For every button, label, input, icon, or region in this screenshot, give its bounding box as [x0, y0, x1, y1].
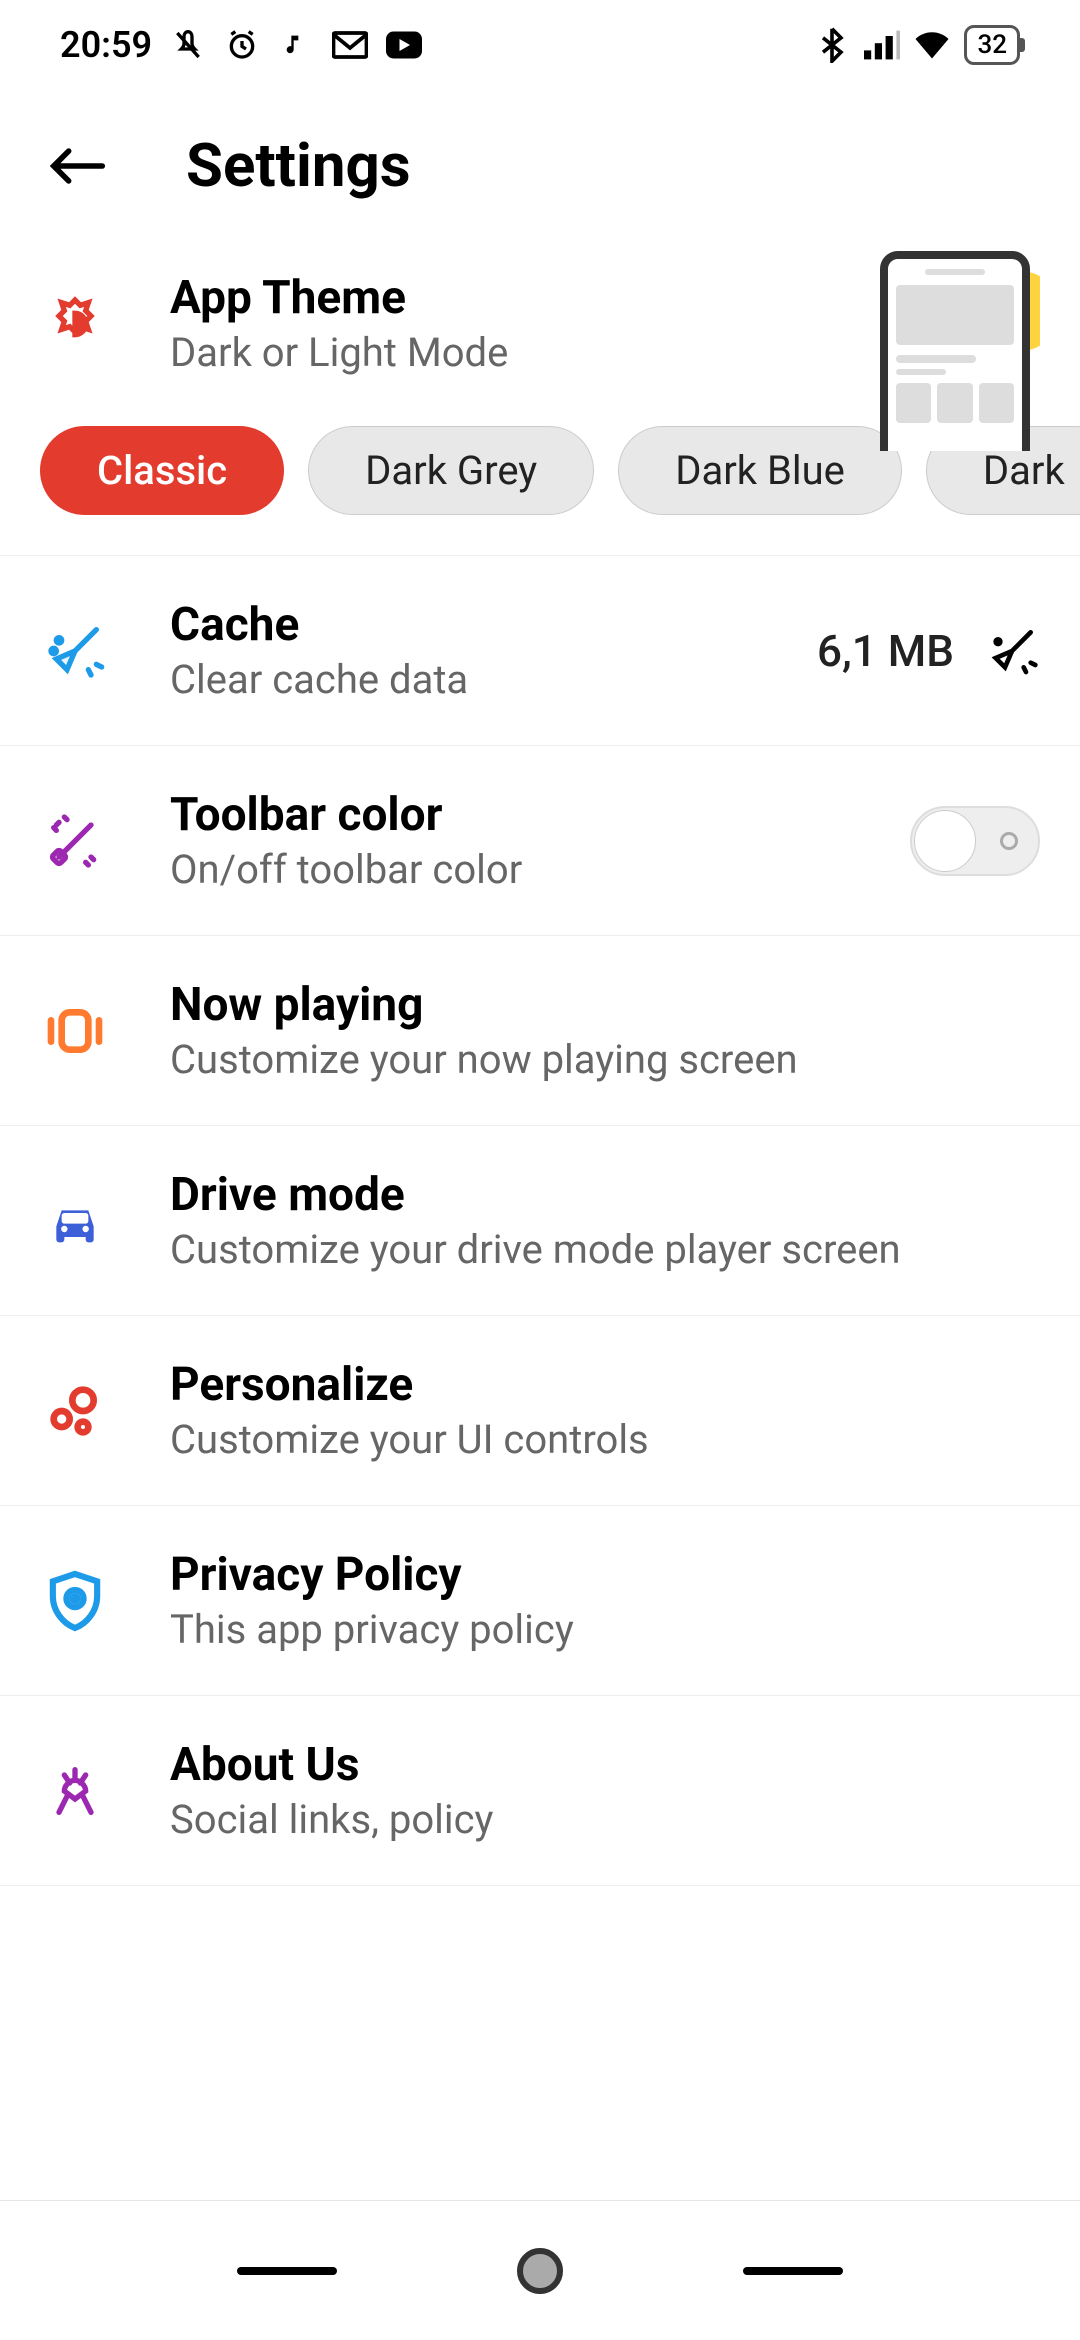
- drive-subtitle: Customize your drive mode player screen: [170, 1226, 1040, 1273]
- status-time: 20:59: [60, 24, 152, 66]
- row-drive-mode[interactable]: Drive mode Customize your drive mode pla…: [0, 1126, 1080, 1316]
- signal-icon: [864, 27, 900, 63]
- wand-icon: [40, 809, 110, 873]
- youtube-icon: [386, 27, 422, 63]
- privacy-subtitle: This app privacy policy: [170, 1606, 1040, 1653]
- carousel-icon: [40, 999, 110, 1063]
- nav-home[interactable]: [517, 2248, 563, 2294]
- toolbar-toggle[interactable]: [910, 806, 1040, 876]
- nowplaying-subtitle: Customize your now playing screen: [170, 1036, 1040, 1083]
- cache-size: 6,1 MB: [817, 625, 954, 677]
- mute-icon: [170, 27, 206, 63]
- personalize-subtitle: Customize your UI controls: [170, 1416, 1040, 1463]
- theme-section: App Theme Dark or Light Mode Classic Dar…: [0, 241, 1080, 556]
- about-title: About Us: [170, 1738, 1040, 1792]
- broom-icon: [40, 619, 110, 683]
- theme-preview-illustration: [880, 251, 1040, 451]
- row-toolbar-color[interactable]: Toolbar color On/off toolbar color: [0, 746, 1080, 936]
- back-button[interactable]: [50, 146, 106, 186]
- nowplaying-title: Now playing: [170, 978, 1040, 1032]
- theme-chip-dark-grey[interactable]: Dark Grey: [308, 426, 594, 515]
- status-bar: 20:59 32: [0, 0, 1080, 90]
- personalize-title: Personalize: [170, 1358, 1040, 1412]
- alarm-icon: [224, 27, 260, 63]
- row-cache[interactable]: Cache Clear cache data 6,1 MB: [0, 556, 1080, 746]
- row-personalize[interactable]: Personalize Customize your UI controls: [0, 1316, 1080, 1506]
- gmail-icon: [332, 27, 368, 63]
- clear-cache-icon[interactable]: [984, 623, 1040, 679]
- privacy-title: Privacy Policy: [170, 1548, 1040, 1602]
- bluetooth-icon: [814, 27, 850, 63]
- wifi-icon: [914, 27, 950, 63]
- cache-title: Cache: [170, 598, 757, 652]
- toolbar-subtitle: On/off toolbar color: [170, 846, 850, 893]
- row-about[interactable]: About Us Social links, policy: [0, 1696, 1080, 1886]
- car-icon: [40, 1194, 110, 1248]
- page-title: Settings: [186, 130, 411, 201]
- nav-back[interactable]: [743, 2267, 843, 2275]
- row-now-playing[interactable]: Now playing Customize your now playing s…: [0, 936, 1080, 1126]
- theme-chip-classic[interactable]: Classic: [40, 426, 284, 515]
- header: Settings: [0, 90, 1080, 241]
- hands-icon: [40, 1759, 110, 1823]
- about-subtitle: Social links, policy: [170, 1796, 1040, 1843]
- cache-subtitle: Clear cache data: [170, 656, 757, 703]
- theme-chip-dark-blue[interactable]: Dark Blue: [618, 426, 902, 515]
- nav-recents[interactable]: [237, 2267, 337, 2275]
- brightness-icon: [40, 292, 110, 356]
- shield-icon: [40, 1569, 110, 1633]
- row-privacy[interactable]: Privacy Policy This app privacy policy: [0, 1506, 1080, 1696]
- toolbar-title: Toolbar color: [170, 788, 850, 842]
- system-nav-bar: [0, 2200, 1080, 2340]
- music-note-icon: [278, 27, 314, 63]
- drive-title: Drive mode: [170, 1168, 1040, 1222]
- bubbles-icon: [40, 1379, 110, 1443]
- battery-indicator: 32: [964, 25, 1020, 65]
